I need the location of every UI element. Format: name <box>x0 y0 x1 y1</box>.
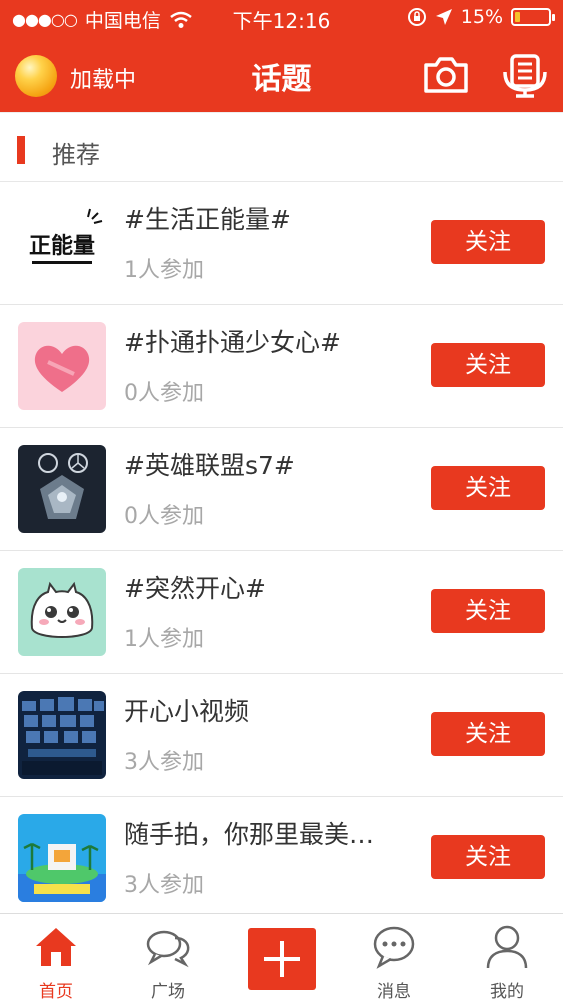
topic-row[interactable]: 随手拍，你那里最美… 3人参加 关注 <box>0 797 563 920</box>
tab-square[interactable]: 广场 <box>112 914 224 1000</box>
top-bar: ●●●○○ 中国电信 下午12:16 15% 加载中 话题 <box>0 0 563 112</box>
section-accent-bar <box>17 136 25 164</box>
home-icon <box>36 928 76 966</box>
tab-home[interactable]: 首页 <box>0 914 112 1000</box>
battery-level <box>515 12 520 22</box>
topic-title: #生活正能量# <box>124 205 291 234</box>
bottom-tab-bar: 首页 广场 消息 我的 <box>0 913 563 1000</box>
tab-square-label: 广场 <box>151 982 185 1000</box>
plus-icon <box>264 941 300 977</box>
follow-button[interactable]: 关注 <box>431 466 545 510</box>
topic-row[interactable]: #扑通扑通少女心# 0人参加 关注 <box>0 305 563 428</box>
zheng-neng-liang-logo-image: 正能量 <box>18 199 106 287</box>
live-broadcast-icon <box>503 54 547 98</box>
battery-percent: 15% <box>460 6 503 28</box>
follow-button[interactable]: 关注 <box>431 343 545 387</box>
topic-list: 正能量 #生活正能量# 1人参加 关注 #扑通扑通少女心# 0人参加 关注 #英… <box>0 182 563 920</box>
tab-home-label: 首页 <box>39 982 73 1000</box>
camera-button[interactable] <box>421 50 471 100</box>
topic-thumbnail <box>18 691 106 779</box>
svg-text:正能量: 正能量 <box>29 233 95 259</box>
battery-icon <box>511 8 555 26</box>
status-bar: ●●●○○ 中国电信 下午12:16 15% <box>0 0 563 36</box>
follow-button[interactable]: 关注 <box>431 712 545 756</box>
topic-row[interactable]: 开心小视频 3人参加 关注 <box>0 674 563 797</box>
live-broadcast-button[interactable] <box>500 50 550 100</box>
follow-button[interactable]: 关注 <box>431 220 545 264</box>
topic-title: #英雄联盟s7# <box>124 451 295 480</box>
video-wall-image <box>18 691 106 779</box>
cartoon-cat-image <box>18 568 106 656</box>
topic-participants: 3人参加 <box>124 873 204 898</box>
league-trophy-image <box>18 445 106 533</box>
section-header: 推荐 <box>0 112 563 182</box>
topic-title: #扑通扑通少女心# <box>124 328 341 357</box>
island-photo-image <box>18 814 106 902</box>
post-button[interactable] <box>248 928 316 990</box>
section-title: 推荐 <box>52 141 100 169</box>
topic-title: 开心小视频 <box>124 697 250 726</box>
topic-row[interactable]: 正能量 #生活正能量# 1人参加 关注 <box>0 182 563 305</box>
location-arrow-icon <box>435 9 452 25</box>
rotation-lock-icon <box>407 8 426 26</box>
follow-button[interactable]: 关注 <box>431 835 545 879</box>
topic-thumbnail: 正能量 <box>18 199 106 287</box>
topic-participants: 1人参加 <box>124 627 204 652</box>
tab-messages[interactable]: 消息 <box>338 914 450 1000</box>
message-icon <box>373 926 415 969</box>
chat-bubbles-icon <box>146 930 190 968</box>
tab-me[interactable]: 我的 <box>451 914 563 1000</box>
topic-title: #突然开心# <box>124 574 266 603</box>
topic-participants: 1人参加 <box>124 258 204 283</box>
topic-thumbnail <box>18 814 106 902</box>
tab-me-label: 我的 <box>490 982 524 1000</box>
topic-participants: 0人参加 <box>124 504 204 529</box>
topic-participants: 3人参加 <box>124 750 204 775</box>
topic-title: 随手拍，你那里最美… <box>124 820 375 849</box>
topic-thumbnail <box>18 568 106 656</box>
status-right: 15% <box>407 6 555 28</box>
tab-messages-label: 消息 <box>377 982 411 1000</box>
page-title: 话题 <box>251 62 312 97</box>
topic-row[interactable]: #突然开心# 1人参加 关注 <box>0 551 563 674</box>
topic-participants: 0人参加 <box>124 381 204 406</box>
heart-image <box>18 322 106 410</box>
user-icon <box>486 925 528 969</box>
header: 加载中 话题 <box>0 36 563 112</box>
topic-row[interactable]: #英雄联盟s7# 0人参加 关注 <box>0 428 563 551</box>
topic-thumbnail <box>18 322 106 410</box>
camera-icon <box>424 57 468 93</box>
follow-button[interactable]: 关注 <box>431 589 545 633</box>
topic-thumbnail <box>18 445 106 533</box>
